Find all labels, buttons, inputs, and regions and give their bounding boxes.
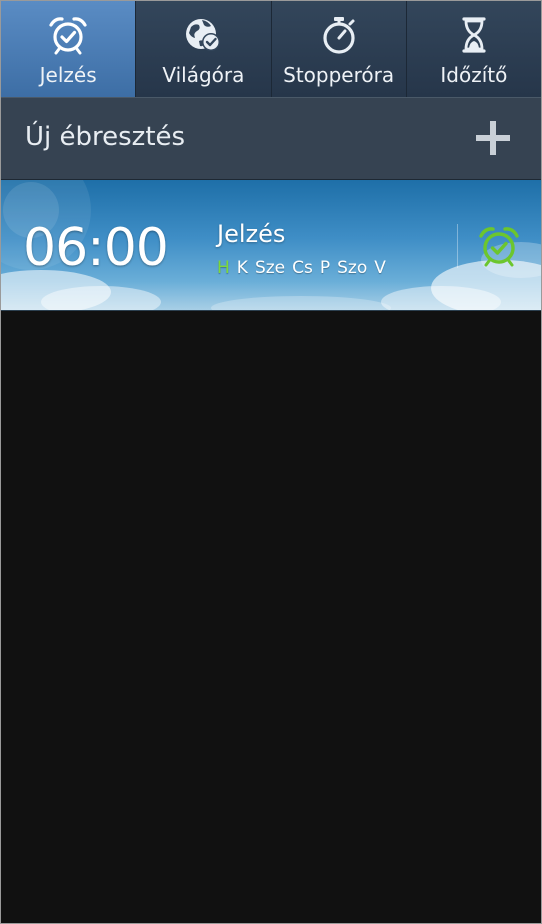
- alarm-name: Jelzés: [217, 220, 286, 248]
- tab-timer[interactable]: Időzítő: [406, 1, 541, 97]
- tab-label: Jelzés: [39, 63, 97, 87]
- tab-label: Világóra: [162, 63, 245, 87]
- day-saturday: Szo: [337, 258, 368, 278]
- item-divider: [457, 224, 458, 268]
- day-sunday: V: [374, 258, 386, 278]
- alarm-list-item[interactable]: 06:00 Jelzés H K Sze Cs P Szo V: [1, 180, 541, 311]
- day-thursday: Cs: [292, 258, 313, 278]
- stopwatch-icon: [323, 17, 355, 54]
- hourglass-icon: [462, 17, 486, 53]
- day-friday: P: [319, 258, 331, 278]
- alarm-clock-icon: [49, 17, 87, 55]
- day-wednesday: Sze: [254, 258, 286, 278]
- tab-label: Stopperóra: [283, 63, 395, 87]
- alarm-on-icon[interactable]: [477, 224, 521, 268]
- tab-alarm[interactable]: Jelzés: [1, 1, 137, 97]
- day-monday: H: [217, 258, 230, 278]
- tab-stopwatch[interactable]: Stopperóra: [271, 1, 407, 97]
- day-tuesday: K: [236, 258, 248, 278]
- empty-list-area: [1, 311, 541, 923]
- tab-bar: Jelzés Világóra Stopperóra Időzítő: [1, 1, 541, 97]
- tab-label: Időzítő: [440, 63, 508, 87]
- tab-world-clock[interactable]: Világóra: [136, 1, 272, 97]
- globe-icon: [186, 19, 221, 51]
- new-alarm-label: Új ébresztés: [25, 122, 186, 152]
- alarm-time: 06:00: [23, 218, 169, 278]
- new-alarm-row[interactable]: Új ébresztés: [1, 97, 541, 180]
- alarm-repeat-days: H K Sze Cs P Szo V: [217, 258, 386, 278]
- plus-icon[interactable]: [473, 118, 513, 158]
